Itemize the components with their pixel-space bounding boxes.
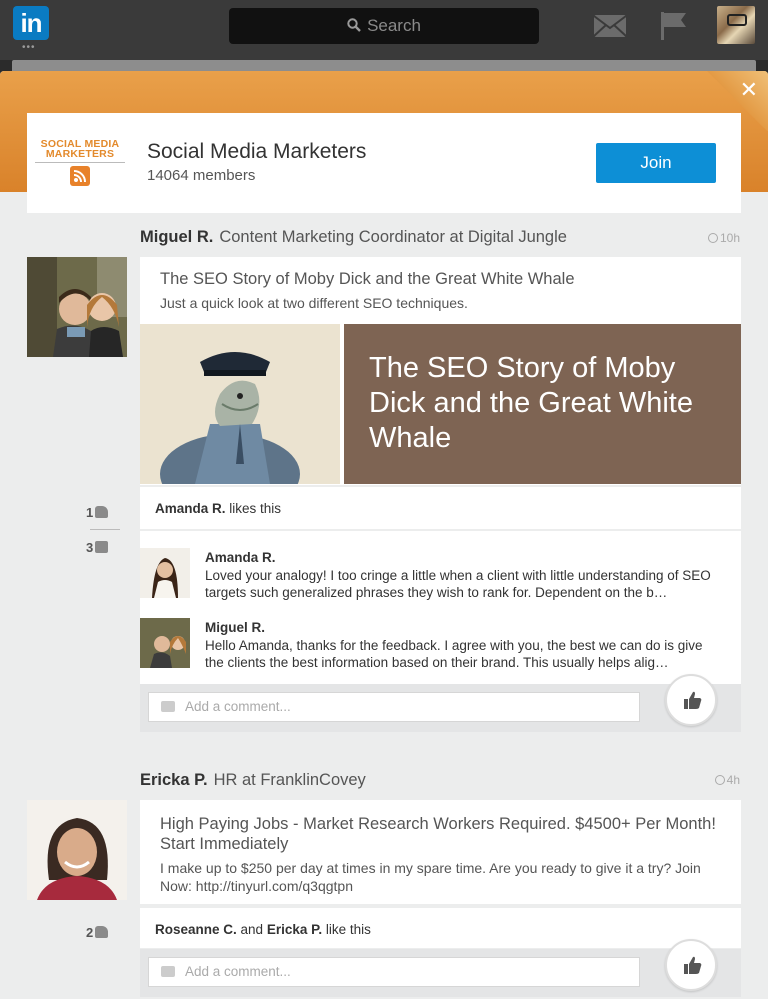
profile-avatar[interactable] xyxy=(717,6,755,44)
group-member-count: 14064 members xyxy=(147,167,256,184)
comment-count-value: 3 xyxy=(86,540,94,555)
thumbs-up-icon xyxy=(684,956,702,974)
liker-name[interactable]: Ericka P. xyxy=(267,922,322,937)
clock-icon xyxy=(714,775,725,785)
liker-name[interactable]: Roseanne C. xyxy=(155,922,237,937)
author-avatar[interactable] xyxy=(27,257,127,357)
author-avatar[interactable] xyxy=(27,800,127,900)
clock-icon xyxy=(707,233,718,243)
liker-name[interactable]: Amanda R. xyxy=(155,501,226,516)
comment-composer: Add a comment... xyxy=(140,674,741,732)
group-card: SOCIAL MEDIA MARKETERS Social Media Mark… xyxy=(27,113,741,213)
like-count[interactable]: 1 xyxy=(86,505,109,520)
commenter-avatar[interactable] xyxy=(140,548,190,598)
linkedin-logo[interactable]: in xyxy=(13,6,49,40)
close-icon[interactable]: ✕ xyxy=(740,77,758,103)
more-dots-icon[interactable]: ••• xyxy=(22,42,36,53)
mail-icon[interactable] xyxy=(593,14,627,38)
likes-summary: Roseanne C. and Ericka P. like this xyxy=(140,908,741,948)
likes-summary-text: Roseanne C. and Ericka P. like this xyxy=(155,922,371,937)
flag-icon[interactable] xyxy=(660,10,688,40)
group-logo-line2: MARKETERS xyxy=(45,148,115,160)
post-author-role: Content Marketing Coordinator at Digital… xyxy=(219,228,567,246)
comment-placeholder: Add a comment... xyxy=(185,699,291,714)
comment-bubble-icon xyxy=(161,966,175,977)
post-title[interactable]: High Paying Jobs - Market Research Worke… xyxy=(160,814,720,854)
post-author[interactable]: Ericka P. xyxy=(140,771,208,789)
top-nav-bar: in ••• Search xyxy=(0,0,768,60)
article-thumbnail[interactable] xyxy=(140,324,340,484)
likes-summary-text: Amanda R. likes this xyxy=(155,501,281,516)
thumbs-up-icon xyxy=(95,506,109,518)
comment-item: Miguel R. Hello Amanda, thanks for the f… xyxy=(140,618,741,678)
divider xyxy=(90,529,120,530)
likes-and: and xyxy=(236,922,267,937)
shared-post-card[interactable]: High Paying Jobs - Market Research Worke… xyxy=(140,800,741,904)
post-author[interactable]: Miguel R. xyxy=(140,228,213,246)
commenter-name[interactable]: Amanda R. xyxy=(205,550,276,565)
commenter-name[interactable]: Miguel R. xyxy=(205,620,265,635)
group-logo[interactable]: SOCIAL MEDIA MARKETERS xyxy=(35,139,125,189)
thumbs-up-icon xyxy=(95,926,109,938)
post-author-role: HR at FranklinCovey xyxy=(213,771,366,789)
article-banner-text: The SEO Story of Moby Dick and the Great… xyxy=(369,352,693,454)
comment-placeholder: Add a comment... xyxy=(185,964,291,979)
likes-suffix: like this xyxy=(322,922,371,937)
article-banner[interactable]: The SEO Story of Moby Dick and the Great… xyxy=(344,324,741,484)
like-count-value: 1 xyxy=(86,505,94,520)
comment-text: Hello Amanda, thanks for the feedback. I… xyxy=(205,638,703,670)
comment-icon xyxy=(95,541,109,553)
group-sheet: ✕ SOCIAL MEDIA MARKETERS Social Media Ma… xyxy=(0,71,768,999)
like-button[interactable] xyxy=(665,939,717,991)
post-header: Ericka P. HR at FranklinCovey xyxy=(140,771,366,790)
like-button[interactable] xyxy=(665,674,717,726)
comment-item: Amanda R. Loved your analogy! I too crin… xyxy=(140,548,741,608)
comment-count[interactable]: 3 xyxy=(86,540,109,555)
like-count-value: 2 xyxy=(86,925,94,940)
commenter-avatar[interactable] xyxy=(140,618,190,668)
search-placeholder: Search xyxy=(367,16,421,35)
likes-summary: Amanda R. likes this xyxy=(140,487,741,529)
like-count[interactable]: 2 xyxy=(86,925,109,940)
article-title[interactable]: The SEO Story of Moby Dick and the Great… xyxy=(160,270,575,289)
comment-list: Amanda R. Loved your analogy! I too crin… xyxy=(140,531,741,684)
thumbs-up-icon xyxy=(684,691,702,709)
post-description: I make up to $250 per day at times in my… xyxy=(160,860,701,894)
article-description: Just a quick look at two different SEO t… xyxy=(160,295,468,311)
comment-composer: Add a comment... xyxy=(140,939,741,997)
shared-article-card[interactable]: The SEO Story of Moby Dick and the Great… xyxy=(140,257,741,485)
post-header: Miguel R. Content Marketing Coordinator a… xyxy=(140,228,567,247)
comment-input[interactable]: Add a comment... xyxy=(148,692,640,722)
join-button[interactable]: Join xyxy=(596,143,716,183)
search-icon xyxy=(347,9,361,45)
post-timestamp: 4h xyxy=(714,773,740,787)
time-label: 4h xyxy=(726,773,740,787)
divider xyxy=(35,162,125,163)
likes-suffix: likes this xyxy=(225,501,282,516)
group-name: Social Media Marketers xyxy=(147,140,367,163)
search-input[interactable]: Search xyxy=(229,8,539,44)
rss-icon xyxy=(70,166,90,186)
comment-text: Loved your analogy! I too cringe a littl… xyxy=(205,568,711,600)
time-label: 10h xyxy=(719,231,740,245)
post-timestamp: 10h xyxy=(707,231,740,245)
comment-input[interactable]: Add a comment... xyxy=(148,957,640,987)
comment-bubble-icon xyxy=(161,701,175,712)
